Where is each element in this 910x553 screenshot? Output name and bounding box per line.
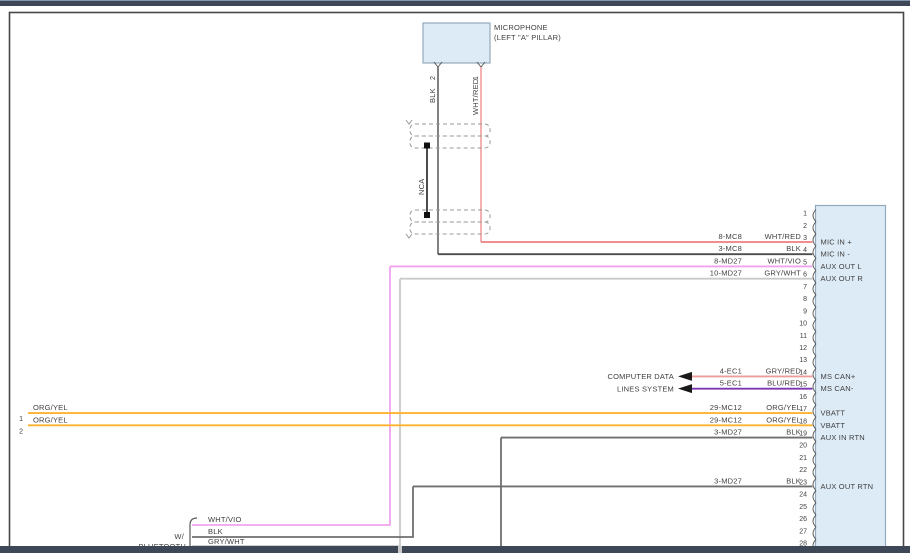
offpage-arrow-icon [678, 372, 692, 381]
wire-circuit-label: 3-MD27 [714, 428, 742, 437]
pin-function-label: AUX OUT L [821, 262, 862, 271]
wire-circuit-label: 3-MC8 [718, 244, 742, 253]
pin-function-label: AUX OUT R [821, 274, 864, 283]
wire-circuit-label: 5-EC1 [720, 379, 742, 388]
wiring-diagram: MICROPHONE (LEFT "A" PILLAR) 2 1 BLK WHT… [0, 0, 910, 553]
bluetooth-wire-label: BLK [208, 527, 223, 536]
nca-endpoint [424, 143, 430, 149]
computer-data-label-2: LINES SYSTEM [617, 385, 674, 394]
pin-number: 2 [803, 223, 807, 230]
wire-color-label: BLK [786, 244, 801, 253]
pin-function-label: MIC IN - [821, 250, 851, 259]
connector-hook-icon [406, 234, 412, 238]
pin-number: 7 [803, 284, 807, 291]
pin-number: 25 [799, 504, 807, 511]
microphone-title: MICROPHONE [494, 23, 548, 32]
pin-number: 24 [799, 492, 807, 499]
mic-wire-label: BLK [428, 88, 437, 103]
bluetooth-wire-label: WHT/VIO [208, 515, 241, 524]
wire-color-label: WHT/RED [765, 232, 802, 241]
wire-blk-run [192, 486, 413, 537]
wire-color-label: BLK [786, 476, 801, 485]
wire-circuit-label: 29-MC12 [710, 403, 742, 412]
pin-number: 3 [803, 235, 807, 242]
pin-function-label: VBATT [821, 421, 846, 430]
offpage-arrow-icon [678, 384, 692, 393]
pin-function-label: MS CAN+ [821, 372, 856, 381]
connector-hook-icon [406, 120, 412, 124]
wire-color-label: ORG/YEL [766, 415, 801, 424]
microphone-subtitle: (LEFT "A" PILLAR) [494, 33, 561, 42]
pin-number: 16 [799, 394, 807, 401]
wire-circuit-label: 10-MD27 [710, 269, 742, 278]
microphone-box [423, 23, 490, 63]
left-wire-label: ORG/YEL [33, 416, 68, 425]
pin-number: 13 [799, 357, 807, 364]
pin-number: 5 [803, 259, 807, 266]
inline-connector-lower [410, 210, 490, 234]
pin-number: 10 [799, 321, 807, 328]
wire-color-label: BLU/RED [767, 379, 801, 388]
pin-number: 6 [803, 272, 807, 279]
pin-number: 21 [799, 455, 807, 462]
pin-number: 22 [799, 467, 807, 474]
left-wire-number: 2 [19, 429, 23, 436]
pin-function-label: VBATT [821, 409, 846, 418]
wire-color-label: GRY/WHT [764, 269, 801, 278]
pin-number: 9 [803, 308, 807, 315]
computer-data-label-1: COMPUTER DATA [608, 372, 675, 381]
pin-number: 12 [799, 345, 807, 352]
wire-whtvio-run [192, 266, 390, 525]
bluetooth-qualifier-1: W/ [174, 532, 184, 541]
wire-color-label: WHT/VIO [768, 256, 801, 265]
diagram-viewport: MICROPHONE (LEFT "A" PILLAR) 2 1 BLK WHT… [0, 0, 910, 553]
pin-number: 4 [803, 247, 807, 254]
mic-wire-label: WHT/RED [471, 78, 480, 115]
pin-number: 27 [799, 528, 807, 535]
pin-function-label: MS CAN- [821, 384, 854, 393]
wire-color-label: BLK [786, 428, 801, 437]
left-wire-label: ORG/YEL [33, 403, 68, 412]
wire-color-label: GRY/RED [766, 366, 802, 375]
pin-number: 11 [800, 333, 807, 340]
left-wire-number: 1 [19, 416, 23, 423]
pin-function-label: AUX OUT RTN [821, 482, 874, 491]
pin-function-label: MIC IN + [821, 238, 853, 247]
wire-color-label: ORG/YEL [766, 403, 801, 412]
wire-circuit-label: 8-MC8 [718, 232, 742, 241]
bluetooth-wire-label: GRY/WHT [208, 537, 245, 546]
window-top-bar [0, 0, 910, 6]
wire-circuit-label: 4-EC1 [720, 366, 742, 375]
nca-endpoint [424, 212, 430, 218]
wire-crossing-notch [398, 546, 402, 553]
pin-function-label: AUX IN RTN [821, 433, 865, 442]
wire-circuit-label: 3-MD27 [714, 476, 742, 485]
pin-number: 1 [803, 211, 807, 218]
window-bottom-bar [0, 546, 910, 553]
mic-pin-number: 2 [430, 76, 437, 80]
pin-number: 26 [799, 516, 807, 523]
wire-circuit-label: 29-MC12 [710, 415, 742, 424]
inline-connector-upper [410, 124, 490, 148]
nca-label: NCA [417, 179, 426, 195]
wire-circuit-label: 8-MD27 [714, 256, 742, 265]
pin-number: 8 [803, 296, 807, 303]
diagram-frame [10, 13, 904, 550]
pin-number: 20 [799, 443, 807, 450]
